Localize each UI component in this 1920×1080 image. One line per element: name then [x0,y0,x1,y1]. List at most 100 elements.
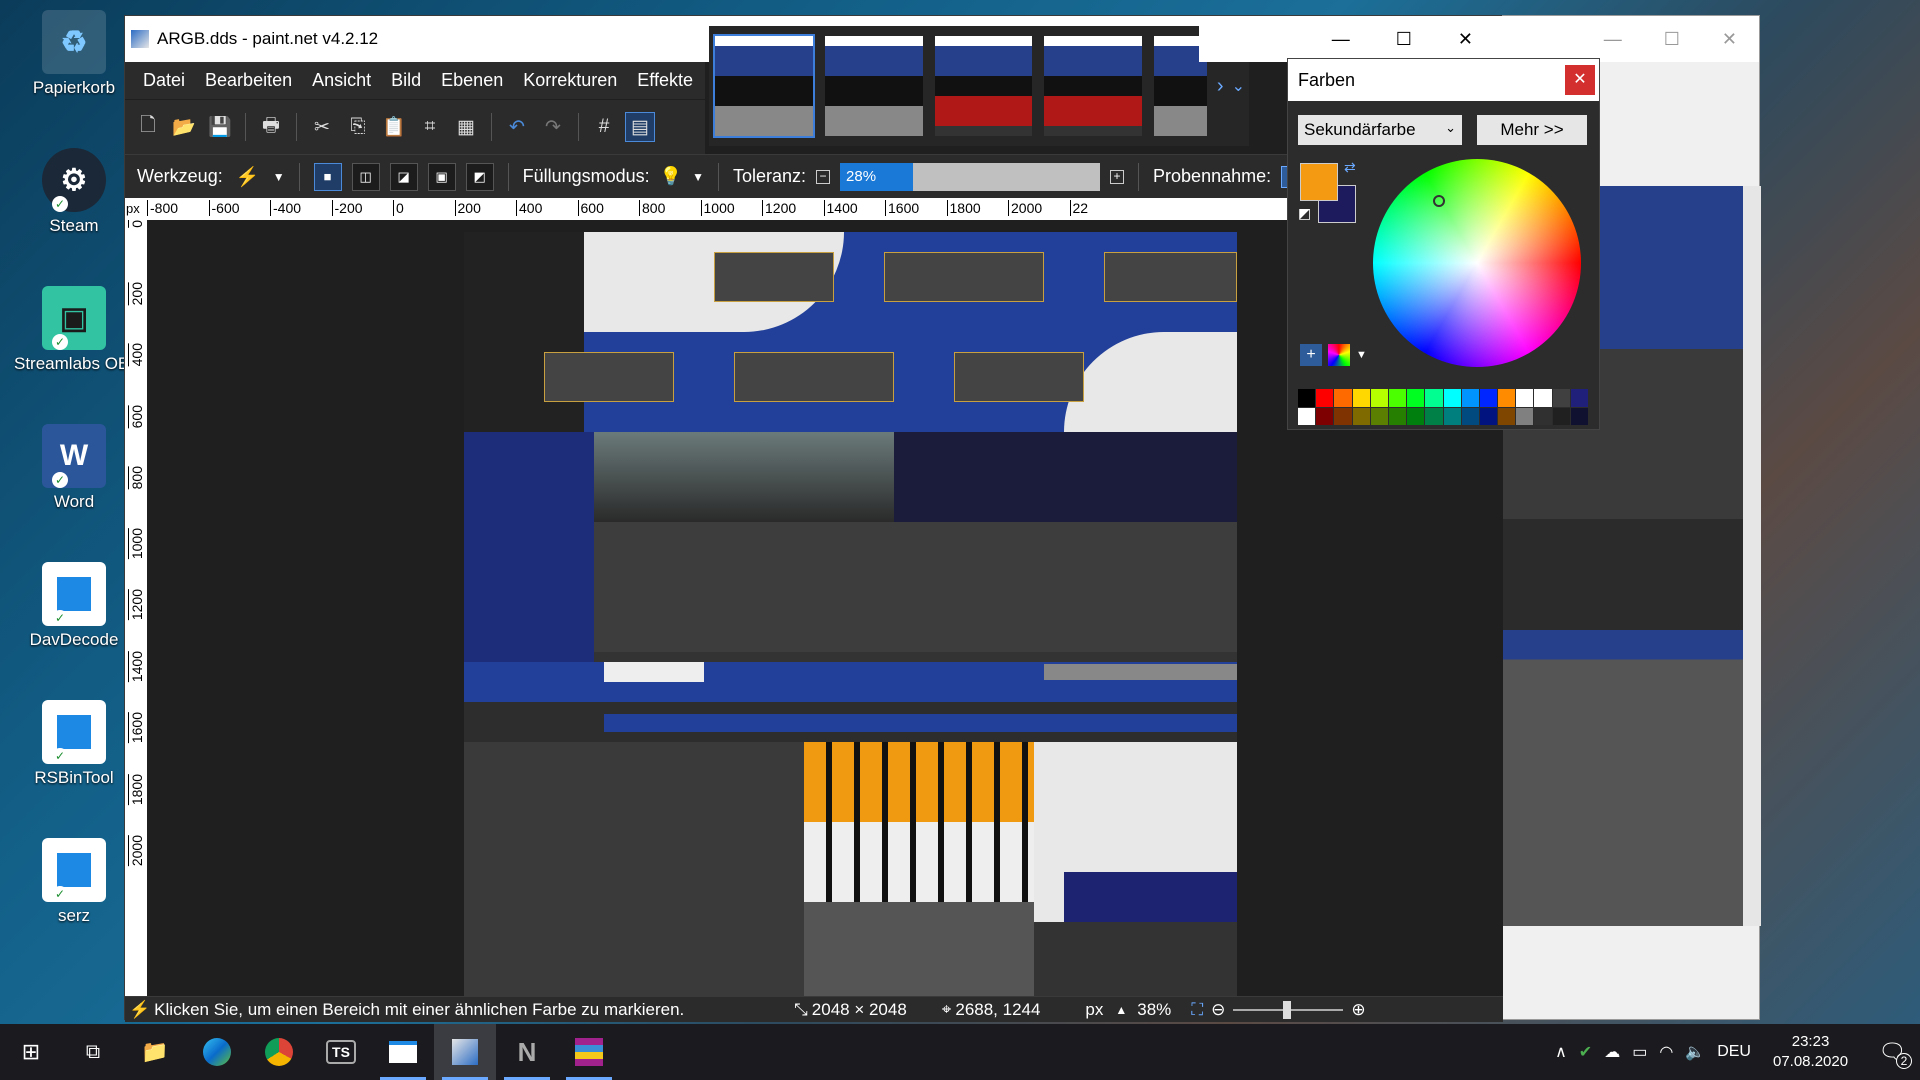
palette-swatch[interactable] [1407,389,1425,407]
palette-swatch[interactable] [1425,407,1443,425]
zoom-out-icon[interactable]: ⊖ [1211,1000,1225,1020]
palette-swatch[interactable] [1352,389,1370,407]
palette-swatch[interactable] [1407,407,1425,425]
redo-icon[interactable]: ↷ [538,112,568,142]
task-view-button[interactable]: ⧉ [62,1024,124,1080]
chevron-up-icon[interactable]: ▲ [1115,1003,1127,1017]
app-window-button[interactable] [372,1024,434,1080]
open-file-icon[interactable]: 📂 [169,112,199,142]
palette-swatch[interactable] [1479,389,1498,407]
desktop-icon-serz[interactable]: ✓ serz [14,838,134,926]
tolerance-slider[interactable]: 28% [840,162,1101,191]
chevron-down-icon[interactable]: ▼ [1356,349,1367,361]
edge-button[interactable] [186,1024,248,1080]
menu-korrekturen[interactable]: Korrekturen [523,70,617,91]
image-tab[interactable] [823,34,925,138]
palette-swatch[interactable] [1388,407,1407,425]
palette-swatch[interactable] [1352,407,1370,425]
palette-swatch[interactable] [1461,407,1479,425]
language-indicator[interactable]: DEU [1717,1043,1751,1061]
desktop-icon-word[interactable]: W ✓ Word [14,424,134,512]
deselect-icon[interactable]: ▦ [451,112,481,142]
close-icon[interactable]: ✕ [1565,65,1595,95]
increase-button[interactable]: + [1110,169,1125,184]
zoom-in-icon[interactable]: ⊕ [1351,1000,1365,1020]
explorer-button[interactable]: 📁 [124,1024,186,1080]
palette-swatch[interactable] [1552,389,1570,407]
palette-swatch[interactable] [1316,389,1334,407]
decrease-button[interactable]: − [816,169,831,184]
save-icon[interactable]: 💾 [205,112,235,142]
chevron-up-icon[interactable]: ∧ [1555,1042,1567,1062]
clock[interactable]: 23:23 07.08.2020 [1773,1032,1848,1072]
battery-icon[interactable]: ▭ [1632,1042,1647,1062]
palette-swatch[interactable] [1443,389,1461,407]
color-wheel[interactable] [1373,159,1581,367]
magic-wand-icon[interactable]: ⚡ [233,162,263,192]
image-tab[interactable] [933,34,1035,138]
paintnet-button[interactable] [434,1024,496,1080]
menu-datei[interactable]: Datei [143,70,185,91]
maximize-icon[interactable]: ☐ [1664,29,1680,50]
more-button[interactable]: Mehr >> [1477,115,1587,145]
close-icon[interactable]: ✕ [1458,29,1473,50]
chevron-right-icon[interactable]: › [1217,75,1224,98]
zoom-value[interactable]: 38% [1137,1000,1183,1020]
desktop-icon-streamlabs[interactable]: ▣ ✓ Streamlabs OBS [14,286,141,374]
palette-swatch[interactable] [1516,407,1534,425]
ts-button[interactable]: TS [310,1024,372,1080]
palette-swatch[interactable] [1388,389,1407,407]
new-file-icon[interactable]: 🗋 [133,112,163,142]
maximize-icon[interactable]: ☐ [1396,29,1412,50]
notification-center[interactable]: 🗨 2 [1878,1039,1912,1069]
scrollbar[interactable] [1743,186,1761,926]
selection-mode-union-button[interactable]: ◫ [351,162,380,191]
desktop-icon-rsbintool[interactable]: ✓ RSBinTool [14,700,134,788]
minimize-icon[interactable]: — [1332,29,1350,50]
menu-bearbeiten[interactable]: Bearbeiten [205,70,292,91]
close-icon[interactable]: ✕ [1722,29,1737,50]
palette-swatch[interactable] [1570,389,1588,407]
selection-mode-intersect-button[interactable]: ▣ [427,162,456,191]
selection-mode-invert-button[interactable]: ◩ [465,162,494,191]
menu-ebenen[interactable]: Ebenen [441,70,503,91]
chevron-down-icon[interactable]: ⌄ [1232,76,1245,96]
desktop-icon-davdecode[interactable]: ✓ DavDecode [14,562,134,650]
menu-effekte[interactable]: Effekte [637,70,693,91]
undo-icon[interactable]: ↶ [502,112,532,142]
n-app-button[interactable]: N [496,1024,558,1080]
menu-bild[interactable]: Bild [391,70,421,91]
palette-swatch[interactable] [1498,407,1516,425]
color-mode-select[interactable]: Sekundärfarbe ⌄ [1298,115,1462,145]
security-icon[interactable]: ✔ [1579,1042,1592,1062]
palette-swatch[interactable] [1570,407,1588,425]
colors-panel[interactable]: Farben ✕ Sekundärfarbe ⌄ Mehr >> ⇄ ◩ + ▼ [1287,58,1600,430]
palette-swatch[interactable] [1479,407,1498,425]
palette-swatch[interactable] [1534,407,1552,425]
menu-ansicht[interactable]: Ansicht [312,70,371,91]
rulers-icon[interactable]: ▤ [625,112,655,142]
desktop-icon-steam[interactable]: ⚙ ✓ Steam [14,148,134,236]
chrome-button[interactable] [248,1024,310,1080]
crop-icon[interactable]: ⌗ [415,112,445,142]
lightbulb-icon[interactable]: 💡 [660,166,682,187]
primary-color-swatch[interactable] [1300,163,1338,201]
copy-icon[interactable]: ⎘ [343,112,373,142]
winrar-button[interactable] [558,1024,620,1080]
add-palette-color-icon[interactable]: + [1300,344,1322,366]
zoom-to-window-icon[interactable]: ⛶ [1191,1000,1203,1020]
image-tab[interactable] [1042,34,1144,138]
palette-swatch[interactable] [1461,389,1479,407]
chevron-down-icon[interactable]: ▼ [273,170,285,184]
swap-colors-icon[interactable]: ⇄ [1344,159,1356,176]
print-icon[interactable]: 🖶 [256,112,286,142]
palette-swatch[interactable] [1425,389,1443,407]
palette-swatch[interactable] [1316,407,1334,425]
palette-swatch[interactable] [1334,407,1352,425]
zoom-slider[interactable] [1233,1000,1344,1019]
palette-swatch[interactable] [1298,407,1316,425]
image-tab[interactable] [713,34,815,138]
palette-swatch[interactable] [1370,407,1388,425]
wifi-icon[interactable]: ◠ [1659,1042,1673,1062]
unit-selector[interactable]: px [1085,1000,1115,1020]
